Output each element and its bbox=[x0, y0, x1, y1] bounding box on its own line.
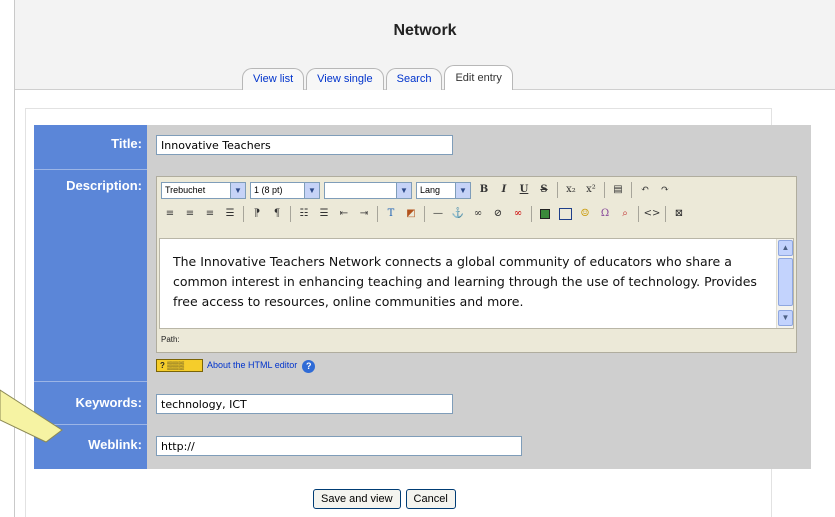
chevron-down-icon: ▼ bbox=[304, 182, 319, 198]
toolbar-separator bbox=[638, 206, 639, 222]
clean-html-icon[interactable]: ▤ bbox=[609, 181, 627, 199]
rtl-icon[interactable]: ¶ bbox=[268, 205, 286, 223]
title-label: Title: bbox=[111, 136, 142, 151]
chevron-down-icon: ▼ bbox=[230, 182, 245, 198]
toolbar-separator bbox=[424, 206, 425, 222]
toolbar-separator bbox=[290, 206, 291, 222]
align-center-icon[interactable]: ≡ bbox=[181, 205, 199, 223]
italic-icon[interactable]: I bbox=[495, 181, 513, 199]
page-title: Network bbox=[393, 22, 457, 39]
font-size-select[interactable]: 1 (8 pt) ▼ bbox=[250, 181, 320, 199]
ordered-list-icon[interactable]: ☷ bbox=[295, 205, 313, 223]
editor-text-area[interactable]: The Innovative Teachers Network connects… bbox=[159, 238, 794, 329]
editor-toolbar-2: ≡ ≡ ≡ ☰ ⁋ ¶ ☷ ☰ ⇤ ⇥ T ◩ — ⚓ ∞ ⊘ ∞ ☺ Ω ⌕ … bbox=[161, 203, 690, 225]
toolbar-separator bbox=[604, 182, 605, 198]
subscript-icon[interactable]: x₂ bbox=[562, 181, 580, 199]
toolbar-separator bbox=[665, 206, 666, 222]
scroll-up-icon[interactable]: ▲ bbox=[778, 240, 793, 256]
toolbar-separator bbox=[557, 182, 558, 198]
editor-path-bar: Path: bbox=[161, 335, 180, 344]
search-replace-icon[interactable]: ⌕ bbox=[616, 205, 634, 223]
html-source-icon[interactable]: <> bbox=[643, 205, 661, 223]
scroll-thumb[interactable] bbox=[778, 258, 793, 306]
style-select[interactable]: ▼ bbox=[324, 181, 412, 199]
fullscreen-icon[interactable]: ⊠ bbox=[670, 205, 688, 223]
anchor-icon[interactable]: ⚓ bbox=[449, 205, 467, 223]
smiley-icon[interactable]: ☺ bbox=[576, 205, 594, 223]
unordered-list-icon[interactable]: ☰ bbox=[315, 205, 333, 223]
toolbar-separator bbox=[243, 206, 244, 222]
editor-toolbar-1: Trebuchet ▼ 1 (8 pt) ▼ ▼ Lang ▼ B I U S x₂ … bbox=[161, 179, 676, 201]
editor-body-text: The Innovative Teachers Network connects… bbox=[173, 254, 757, 309]
help-badge-icon[interactable]: ? ▒▒▒ bbox=[156, 358, 203, 372]
bold-icon[interactable]: B bbox=[475, 181, 493, 199]
underline-icon[interactable]: U bbox=[515, 181, 533, 199]
font-family-select[interactable]: Trebuchet ▼ bbox=[161, 181, 246, 199]
toolbar-separator bbox=[377, 206, 378, 222]
lang-select[interactable]: Lang ▼ bbox=[416, 181, 471, 199]
text-color-icon[interactable]: T bbox=[382, 205, 400, 223]
help-icon[interactable]: ? bbox=[302, 360, 316, 373]
chevron-down-icon: ▼ bbox=[396, 182, 411, 198]
weblink-input[interactable] bbox=[156, 436, 522, 456]
nolink-icon[interactable]: ∞ bbox=[509, 205, 527, 223]
outdent-icon[interactable]: ⇤ bbox=[335, 205, 353, 223]
font-size-value: 1 (8 pt) bbox=[254, 184, 283, 195]
form-actions: Save and view Cancel bbox=[313, 489, 461, 509]
keywords-input[interactable] bbox=[156, 394, 453, 414]
font-family-value: Trebuchet bbox=[165, 184, 206, 195]
indent-icon[interactable]: ⇥ bbox=[355, 205, 373, 223]
description-label: Description: bbox=[66, 178, 142, 193]
link-icon[interactable]: ∞ bbox=[469, 205, 487, 223]
background-color-icon[interactable]: ◩ bbox=[402, 205, 420, 223]
align-justify-icon[interactable]: ☰ bbox=[221, 205, 239, 223]
tab-search[interactable]: Search bbox=[385, 68, 443, 90]
tab-view-list[interactable]: View list bbox=[242, 68, 305, 90]
tab-edit-entry[interactable]: Edit entry bbox=[444, 65, 513, 90]
title-input[interactable] bbox=[156, 135, 453, 155]
insert-image-icon[interactable] bbox=[536, 205, 554, 223]
scroll-down-icon[interactable]: ▼ bbox=[778, 310, 793, 326]
chevron-down-icon: ▼ bbox=[455, 182, 470, 198]
lang-value: Lang bbox=[420, 184, 441, 195]
ltr-icon[interactable]: ⁋ bbox=[248, 205, 266, 223]
undo-icon[interactable]: ↶ bbox=[636, 181, 654, 199]
tab-view-single[interactable]: View single bbox=[306, 68, 384, 90]
save-and-view-button[interactable]: Save and view bbox=[313, 489, 401, 509]
html-editor: Trebuchet ▼ 1 (8 pt) ▼ ▼ Lang ▼ B I U S x₂ … bbox=[156, 176, 797, 353]
tab-bar: View list View single Search Edit entry bbox=[242, 65, 515, 90]
superscript-icon[interactable]: x² bbox=[582, 181, 600, 199]
align-left-icon[interactable]: ≡ bbox=[161, 205, 179, 223]
cancel-button[interactable]: Cancel bbox=[405, 489, 456, 509]
special-char-icon[interactable]: Ω bbox=[596, 205, 614, 223]
toolbar-separator bbox=[531, 206, 532, 222]
toolbar-separator bbox=[631, 182, 632, 198]
label-divider bbox=[34, 169, 147, 170]
horizontal-rule-icon[interactable]: — bbox=[429, 205, 447, 223]
insert-table-icon[interactable] bbox=[556, 205, 574, 223]
align-right-icon[interactable]: ≡ bbox=[201, 205, 219, 223]
callout-pointer bbox=[0, 389, 63, 443]
editor-scrollbar[interactable]: ▲ ▼ bbox=[776, 239, 793, 328]
unlink-icon[interactable]: ⊘ bbox=[489, 205, 507, 223]
editor-help-row: ? ▒▒▒ About the HTML editor ? bbox=[156, 357, 316, 373]
html-editor-help-link[interactable]: About the HTML editor bbox=[207, 360, 297, 370]
strikethrough-icon[interactable]: S bbox=[535, 181, 553, 199]
redo-icon[interactable]: ↷ bbox=[656, 181, 674, 199]
